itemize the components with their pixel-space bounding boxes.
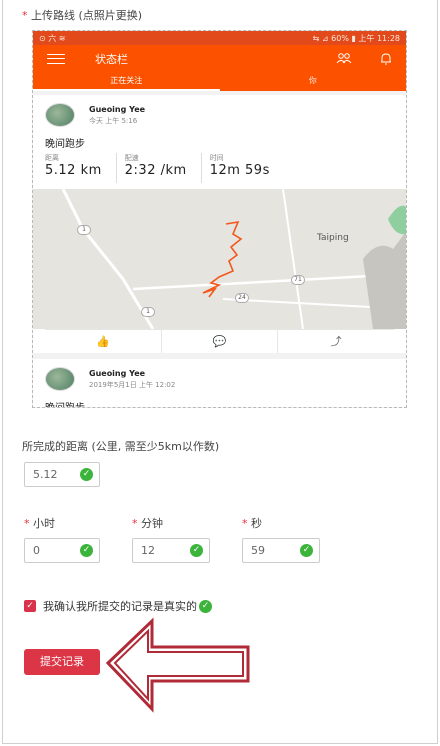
avatar [45,103,75,127]
minutes-value: 12 [141,544,155,557]
stat-value: 2:32 /km [124,163,187,178]
distance-label: 所完成的距离 (公里, 需至少5km以作数) [22,440,220,453]
road-shield: 24 [235,293,249,303]
avatar [45,367,75,391]
athlete-name: Gueoing Yee [89,368,146,378]
checkmark-circle-icon: ✓ [80,544,93,557]
menu-icon [47,54,65,64]
phone-status-left: ⊙ 六 ≋ [39,33,66,43]
people-icon [336,52,352,68]
minutes-label-text: 分钟 [141,517,163,530]
activity-card: Gueoing Yee 今天 上午 5:16 晚间跑步 距离 5.12 km 配… [33,95,406,353]
activity-stats: 距离 5.12 km 配速 2:32 /km 时间 12m 59s [45,153,394,183]
app-tab-you: 你 [308,76,317,85]
checkmark-circle-icon: ✓ [199,599,212,613]
activity-actions: 👍 💬 ⤴ [45,329,394,353]
left-pointing-outline-arrow-icon [105,617,250,713]
required-mark: * [242,517,248,530]
stat-label: 时间 [209,154,224,162]
bell-icon [380,52,392,68]
app-title: 状态栏 [95,53,128,66]
map-town-label: Taiping [317,233,349,243]
hours-label-text: 小时 [33,517,55,530]
checkmark-circle-icon: ✓ [80,468,93,481]
required-mark: * [22,9,28,22]
phone-status-bar: ⊙ 六 ≋ ⇆ ⊿ 60% ▮ 上午 11:28 [33,31,406,45]
stat-value: 12m 59s [209,163,270,178]
stat-value: 5.12 km [45,163,102,178]
minutes-label: * 分钟 [132,515,163,531]
stat-pace: 配速 2:32 /km [125,153,202,183]
hours-value: 0 [33,544,40,557]
checkmark-circle-icon: ✓ [190,544,203,557]
hours-label: * 小时 [24,515,55,531]
checkmark-circle-icon: ✓ [300,544,313,557]
upload-route-label: * 上传路线 (点照片更换) [22,7,142,23]
seconds-label: * 秒 [242,515,262,531]
seconds-value: 59 [251,544,265,557]
road-shield: 1 [141,307,155,317]
app-bar: 状态栏 [33,45,406,73]
road-shield: 1 [77,225,91,235]
minutes-input[interactable]: 12 ✓ [132,538,210,563]
hours-input[interactable]: 0 ✓ [24,538,100,563]
required-mark: * [132,517,138,530]
comment-icon: 💬 [162,330,279,353]
distance-value: 5.12 [33,468,58,481]
kudos-icon: 👍 [45,330,162,353]
share-icon: ⤴ [330,335,342,348]
stat-label: 距离 [45,154,59,162]
confirm-checkbox[interactable]: ✓ [24,600,36,612]
stat-label: 配速 [124,154,139,162]
confirm-text: 我确认我所提交的记录是真实的 [43,600,197,613]
athlete-name: Gueoing Yee [89,104,146,114]
seconds-input[interactable]: 59 ✓ [242,538,320,563]
app-tab-bar: 正在关注 你 [33,73,406,91]
stat-distance: 距离 5.12 km [45,153,117,183]
route-screenshot-image[interactable]: ⊙ 六 ≋ ⇆ ⊿ 60% ▮ 上午 11:28 状态栏 正在关注 你 Gueo… [32,30,407,408]
upload-route-label-text: 上传路线 (点照片更换) [31,9,143,22]
submit-record-button[interactable]: 提交记录 [24,649,100,675]
activity-card: Gueoing Yee 2019年5月1日 上午 12:02 晚间跑步 [33,359,406,407]
activity-title: 晚间跑步 [45,399,394,407]
activity-title: 晚间跑步 [45,139,85,150]
activity-time: 今天 上午 5:16 [89,116,138,125]
confirm-row: ✓ 我确认我所提交的记录是真实的 ✓ [24,598,212,614]
road-shield: 71 [291,275,305,285]
app-tab-following: 正在关注 [33,73,220,91]
route-map: Taiping 1 24 71 1 [33,189,406,329]
distance-input[interactable]: 5.12 ✓ [24,462,100,487]
seconds-label-text: 秒 [251,517,262,530]
phone-status-right: ⇆ ⊿ 60% ▮ 上午 11:28 [312,33,400,43]
activity-time: 2019年5月1日 上午 12:02 [89,380,176,389]
required-mark: * [24,517,30,530]
stat-time: 时间 12m 59s [210,153,284,183]
